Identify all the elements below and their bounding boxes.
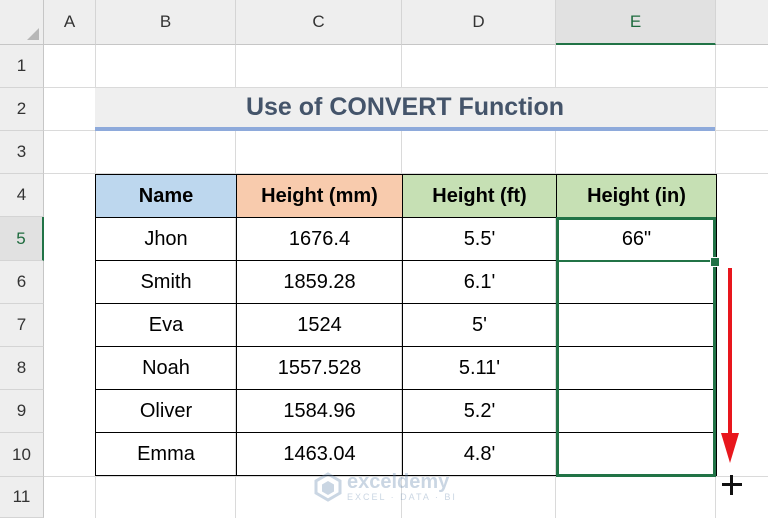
column-header-a[interactable]: A xyxy=(44,0,96,45)
column-header-e[interactable]: E xyxy=(556,0,716,45)
cell-height-ft[interactable]: 5.5' xyxy=(402,217,557,261)
column-header-b[interactable]: B xyxy=(96,0,236,45)
row-header-8[interactable]: 8 xyxy=(0,347,44,390)
watermark: exceldemy EXCEL · DATA · BI xyxy=(313,469,457,505)
row-header-5[interactable]: 5 xyxy=(0,217,44,261)
row-header-4[interactable]: 4 xyxy=(0,174,44,217)
cell-height-mm[interactable]: 1557.528 xyxy=(236,346,403,390)
row-header-2[interactable]: 2 xyxy=(0,88,44,131)
watermark-tagline: EXCEL · DATA · BI xyxy=(347,492,457,502)
watermark-name: exceldemy xyxy=(347,471,450,493)
table-header-row: Name Height (mm) Height (ft) Height (in) xyxy=(95,174,717,218)
column-header-d[interactable]: D xyxy=(402,0,556,45)
cell-height-in[interactable] xyxy=(556,260,717,304)
row-header-10[interactable]: 10 xyxy=(0,433,44,477)
cell-height-mm[interactable]: 1676.4 xyxy=(236,217,403,261)
crosshair-cursor-icon xyxy=(720,473,744,497)
cell-height-ft[interactable]: 6.1' xyxy=(402,260,557,304)
select-all-corner[interactable] xyxy=(0,0,44,45)
cell-name[interactable]: Noah xyxy=(95,346,237,390)
cell-name[interactable]: Oliver xyxy=(95,389,237,433)
header-name[interactable]: Name xyxy=(95,174,237,218)
cell-height-ft[interactable]: 5.11' xyxy=(402,346,557,390)
cell-name[interactable]: Emma xyxy=(95,432,237,476)
cell-height-in[interactable] xyxy=(556,346,717,390)
table-row: Noah 1557.528 5.11' xyxy=(95,346,717,390)
cell-name[interactable]: Eva xyxy=(95,303,237,347)
cell-height-ft[interactable]: 5' xyxy=(402,303,557,347)
table-row: Eva 1524 5' xyxy=(95,303,717,347)
header-height-ft[interactable]: Height (ft) xyxy=(402,174,557,218)
select-all-triangle-icon xyxy=(27,28,39,40)
cell-name[interactable]: Jhon xyxy=(95,217,237,261)
cell-height-in[interactable] xyxy=(556,389,717,433)
cell-height-ft[interactable]: 5.2' xyxy=(402,389,557,433)
sheet-title[interactable]: Use of CONVERT Function xyxy=(95,88,715,131)
row-header-7[interactable]: 7 xyxy=(0,304,44,347)
cell-height-mm[interactable]: 1859.28 xyxy=(236,260,403,304)
row-header-1[interactable]: 1 xyxy=(0,45,44,88)
cell-height-in[interactable]: 66" xyxy=(556,217,717,261)
row-header-6[interactable]: 6 xyxy=(0,261,44,304)
table-row: Smith 1859.28 6.1' xyxy=(95,260,717,304)
exceldemy-logo-icon xyxy=(314,472,342,502)
row-header-9[interactable]: 9 xyxy=(0,390,44,433)
cell-height-in[interactable] xyxy=(556,432,717,476)
table-row: Jhon 1676.4 5.5' 66" xyxy=(95,217,717,261)
height-table: Name Height (mm) Height (ft) Height (in)… xyxy=(95,174,717,476)
drag-arrow-down-icon xyxy=(721,433,739,463)
cell-height-in[interactable] xyxy=(556,303,717,347)
row-header-11[interactable]: 11 xyxy=(0,477,44,518)
drag-arrow-shaft xyxy=(728,268,732,435)
header-height-in[interactable]: Height (in) xyxy=(556,174,717,218)
cell-height-mm[interactable]: 1584.96 xyxy=(236,389,403,433)
table-row: Oliver 1584.96 5.2' xyxy=(95,389,717,433)
cell-name[interactable]: Smith xyxy=(95,260,237,304)
row-header-3[interactable]: 3 xyxy=(0,131,44,174)
cell-height-mm[interactable]: 1524 xyxy=(236,303,403,347)
column-header-c[interactable]: C xyxy=(236,0,402,45)
column-header-f-partial[interactable] xyxy=(716,0,768,45)
header-height-mm[interactable]: Height (mm) xyxy=(236,174,403,218)
fill-handle[interactable] xyxy=(710,257,720,267)
